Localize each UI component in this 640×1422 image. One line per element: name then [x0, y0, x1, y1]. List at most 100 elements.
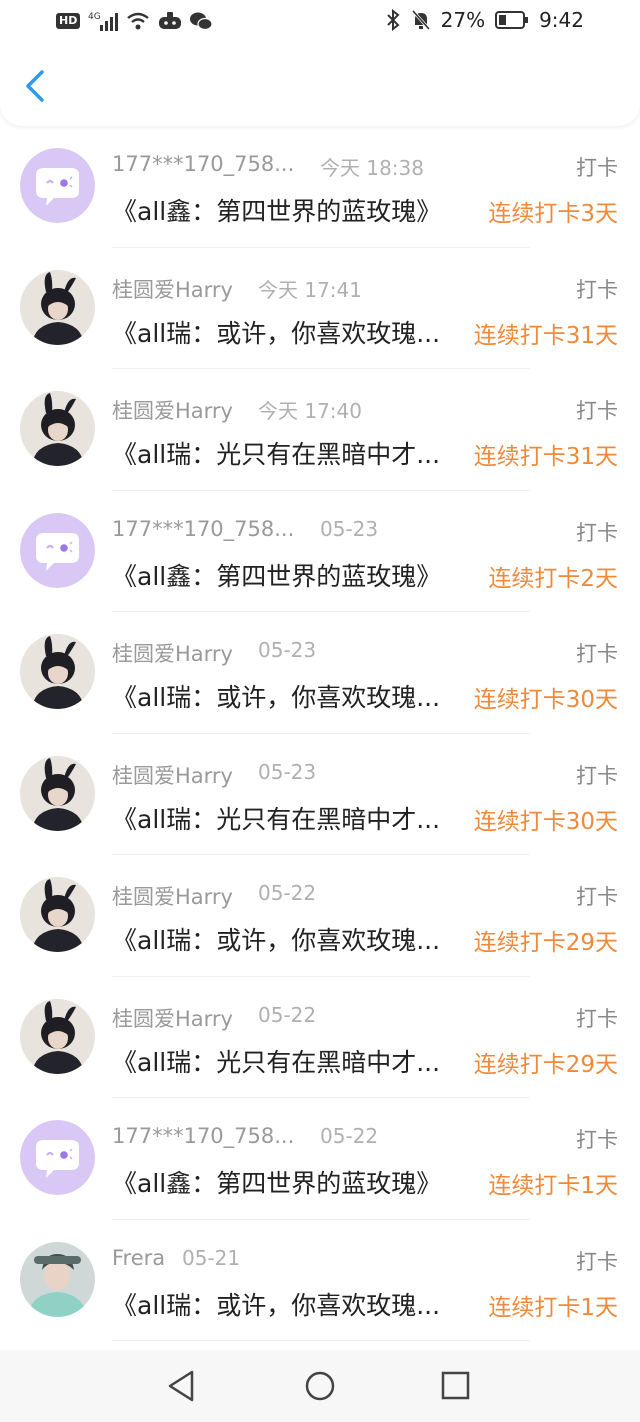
- post-time: 05-23: [320, 516, 379, 541]
- checkin-tag: 打卡: [576, 399, 618, 423]
- avatar[interactable]: [20, 634, 95, 709]
- user-photo: [20, 998, 95, 1074]
- checkin-tag: 打卡: [576, 1249, 618, 1274]
- bluetooth-icon: [386, 9, 400, 31]
- post-time: 05-22: [320, 1124, 379, 1148]
- book-title[interactable]: 《all鑫：第四世界的蓝玫瑰》: [112, 557, 441, 593]
- avatar[interactable]: [20, 269, 95, 345]
- streak-label: 连续打卡3天: [488, 194, 618, 228]
- checkin-tag: 打卡: [576, 156, 618, 180]
- user-name: 桂圆爱Harry: [112, 1006, 233, 1031]
- streak-label: 连续打卡30天: [473, 801, 618, 836]
- book-title[interactable]: 《all瑞：或许，你喜欢玫瑰...: [112, 678, 440, 714]
- streak-label: 连续打卡2天: [488, 558, 618, 593]
- user-photo: [20, 1241, 95, 1317]
- svg-text:4G: 4G: [88, 12, 101, 22]
- user-name: 177***170_758...: [112, 516, 295, 541]
- checkin-item[interactable]: 177***170_758... 05-22 打卡《all鑫：第四世界的蓝玫瑰》 连续…: [0, 1098, 640, 1220]
- book-title[interactable]: 《all瑞：或许，你喜欢玫瑰...: [112, 1286, 440, 1322]
- divider: [112, 1340, 530, 1341]
- user-name: 177***170_758...: [112, 1124, 295, 1148]
- book-title[interactable]: 《all鑫：第四世界的蓝玫瑰》: [112, 1164, 441, 1200]
- avatar[interactable]: [20, 391, 95, 466]
- checkin-item[interactable]: Frera 05-21 打卡《all瑞：或许，你喜欢玫瑰... 连续打卡1天: [0, 1220, 640, 1341]
- game-controller-icon: [159, 12, 182, 29]
- status-bar: HD 4G 27% 9:42: [0, 0, 640, 44]
- checkin-item[interactable]: 177***170_758... 05-23 打卡《all鑫：第四世界的蓝玫瑰》 连续…: [0, 491, 640, 612]
- book-title[interactable]: 《all瑞：或许，你喜欢玫瑰...: [112, 921, 440, 957]
- battery-icon: [495, 11, 529, 29]
- post-time: 今天 17:40: [258, 399, 362, 423]
- checkin-item[interactable]: 桂圆爱Harry 今天 17:40 打卡《all瑞：光只有在黑暗中才... 连续打卡3…: [0, 369, 640, 491]
- checkin-item[interactable]: 177***170_758... 今天 18:38 打卡《all鑫：第四世界的蓝玫瑰…: [0, 126, 640, 248]
- square-recents-icon[interactable]: [435, 1368, 475, 1404]
- signal-icon: 4G: [88, 12, 119, 31]
- checkin-tag: 打卡: [576, 1128, 618, 1152]
- checkin-tag: 打卡: [576, 763, 618, 788]
- checkin-item[interactable]: 桂圆爱Harry 05-22 打卡《all瑞：光只有在黑暗中才... 连续打卡29天: [0, 977, 640, 1098]
- triangle-back-icon[interactable]: [162, 1368, 202, 1404]
- user-photo: [20, 391, 95, 466]
- user-photo: [20, 877, 95, 952]
- user-photo: [20, 755, 95, 831]
- streak-label: 连续打卡29天: [473, 923, 618, 957]
- streak-label: 连续打卡1天: [488, 1166, 618, 1200]
- user-name: 桂圆爱Harry: [112, 277, 233, 302]
- checkin-list: 177***170_758... 今天 18:38 打卡 《all鑫：第四世界的蓝玫瑰…: [0, 126, 640, 1341]
- streak-label: 连续打卡31天: [473, 437, 618, 471]
- book-title[interactable]: 《all瑞：光只有在黑暗中才...: [112, 435, 440, 471]
- user-photo: [20, 634, 95, 709]
- avatar[interactable]: [20, 877, 95, 952]
- book-title[interactable]: 《all鑫：第四世界的蓝玫瑰》: [112, 192, 441, 228]
- wifi-icon: [127, 12, 150, 30]
- hd-icon: HD: [56, 13, 81, 29]
- checkin-item[interactable]: 桂圆爱Harry 今天 17:41 打卡《all瑞：或许，你喜欢玫瑰... 连续打卡3…: [0, 248, 640, 369]
- post-time: 05-22: [258, 881, 317, 905]
- post-time: 05-22: [258, 1002, 317, 1027]
- user-name: 桂圆爱Harry: [112, 885, 233, 909]
- chat-bubble-avatar-icon: [20, 148, 95, 223]
- book-title[interactable]: 《all瑞：光只有在黑暗中才...: [112, 800, 440, 836]
- circle-home-icon[interactable]: [300, 1368, 340, 1404]
- post-time: 05-21: [182, 1245, 241, 1270]
- user-photo: [20, 269, 95, 345]
- avatar[interactable]: [20, 998, 95, 1074]
- chat-bubble-avatar-icon: [20, 512, 95, 588]
- avatar[interactable]: [20, 148, 95, 223]
- avatar[interactable]: [20, 1120, 95, 1195]
- checkin-item[interactable]: 桂圆爱Harry 05-23 打卡《all瑞：光只有在黑暗中才... 连续打卡30天: [0, 734, 640, 855]
- user-name: 桂圆爱Harry: [112, 642, 233, 666]
- checkin-tag: 打卡: [576, 885, 618, 909]
- post-time: 今天 17:41: [258, 277, 362, 302]
- bell-muted-icon: [411, 10, 430, 30]
- system-navigation-bar: [0, 1350, 640, 1422]
- user-name: 桂圆爱Harry: [112, 399, 233, 423]
- user-name: 177***170_758...: [112, 152, 295, 176]
- checkin-tag: 打卡: [576, 520, 618, 545]
- battery-percent: 27%: [440, 8, 486, 32]
- avatar[interactable]: [20, 512, 95, 588]
- post-time: 今天 18:38: [320, 156, 424, 180]
- streak-label: 连续打卡31天: [473, 315, 618, 350]
- streak-label: 连续打卡29天: [473, 1044, 618, 1079]
- user-name: 桂圆爱Harry: [112, 763, 233, 788]
- nav-bar: [0, 44, 640, 126]
- clock: 9:42: [539, 8, 584, 32]
- streak-label: 连续打卡1天: [488, 1287, 618, 1322]
- wechat-icon: [190, 12, 213, 31]
- checkin-tag: 打卡: [576, 1006, 618, 1031]
- checkin-item[interactable]: 桂圆爱Harry 05-23 打卡《all瑞：或许，你喜欢玫瑰... 连续打卡30天: [0, 612, 640, 734]
- avatar[interactable]: [20, 1241, 95, 1317]
- user-name: Frera: [112, 1245, 166, 1270]
- book-title[interactable]: 《all瑞：光只有在黑暗中才...: [112, 1043, 440, 1079]
- chevron-left-icon[interactable]: [18, 66, 54, 106]
- chat-bubble-avatar-icon: [20, 1120, 95, 1195]
- book-title[interactable]: 《all瑞：或许，你喜欢玫瑰...: [112, 314, 440, 350]
- checkin-tag: 打卡: [576, 277, 618, 302]
- checkin-item[interactable]: 桂圆爱Harry 05-22 打卡《all瑞：或许，你喜欢玫瑰... 连续打卡29天: [0, 855, 640, 977]
- streak-label: 连续打卡30天: [473, 680, 618, 714]
- post-time: 05-23: [258, 638, 317, 662]
- checkin-tag: 打卡: [576, 642, 618, 666]
- avatar[interactable]: [20, 755, 95, 831]
- post-time: 05-23: [258, 759, 317, 784]
